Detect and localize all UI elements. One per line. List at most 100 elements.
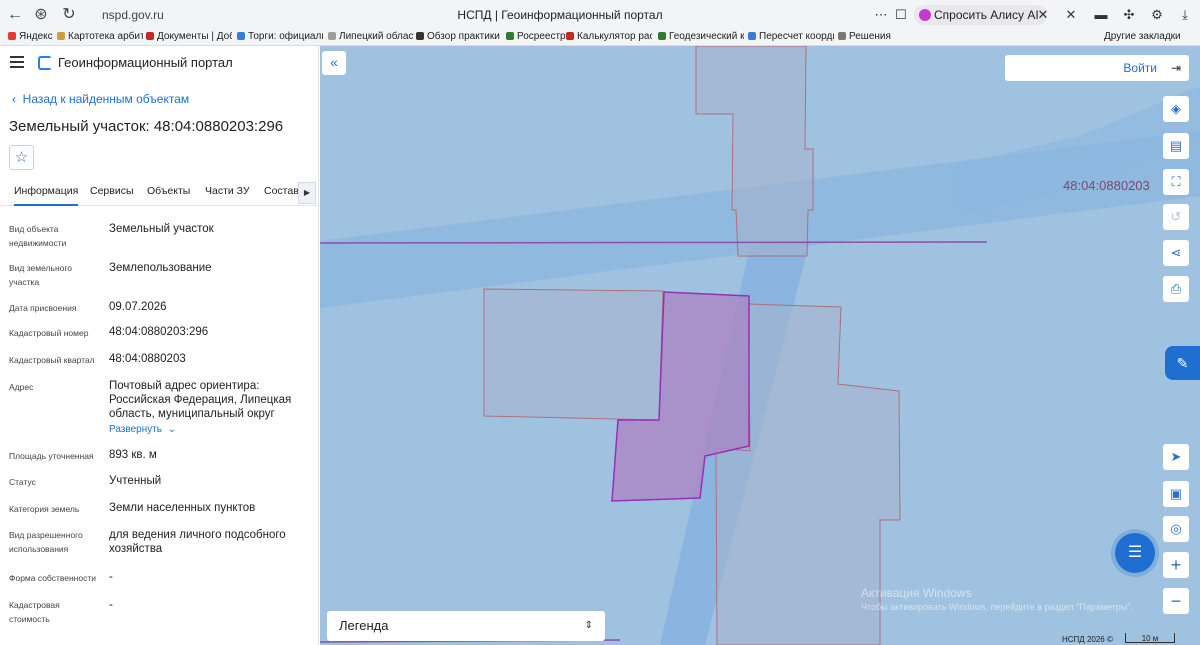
map-layer[interactable] bbox=[320, 46, 1200, 645]
layers-icon[interactable]: ◈ bbox=[1163, 96, 1189, 122]
property-value: 48:04:0880203 bbox=[109, 353, 186, 365]
history-icon[interactable]: ↺ bbox=[1163, 204, 1189, 230]
windows-watermark-title: Активация Windows bbox=[861, 586, 972, 600]
property-label: Кадастровый номер bbox=[9, 328, 89, 338]
boundary-line bbox=[320, 241, 988, 244]
bookmark-item[interactable]: Липецкий област bbox=[328, 29, 414, 45]
expand-address-link[interactable]: Развернуть ⌄ bbox=[109, 424, 176, 435]
bookmark-favicon-icon bbox=[416, 32, 424, 40]
bookmark-item[interactable]: Торги: официаль bbox=[237, 29, 323, 45]
bookmark-item[interactable]: Решения bbox=[838, 29, 891, 45]
property-label: Статус bbox=[9, 477, 36, 487]
bookmark-item[interactable]: Картотека арбитр bbox=[57, 29, 143, 45]
chevron-down-icon: ⌄ bbox=[162, 424, 176, 435]
property-label: Площадь уточненная bbox=[9, 451, 94, 461]
print-icon[interactable]: ⎙ bbox=[1163, 276, 1189, 302]
property-value: Земли населенных пунктов bbox=[109, 502, 256, 514]
navigate-icon[interactable]: ➤ bbox=[1163, 444, 1189, 470]
chat-icon[interactable]: ☰ bbox=[1115, 533, 1155, 573]
bookmark-favicon-icon bbox=[748, 32, 756, 40]
bookmark-favicon-icon bbox=[838, 32, 846, 40]
property-label: Кадастровая стоимость bbox=[9, 600, 60, 624]
chevron-left-icon: ‹ bbox=[12, 92, 23, 106]
other-bookmarks[interactable]: Другие закладки bbox=[1104, 29, 1181, 45]
tab-objects[interactable]: Объекты bbox=[147, 185, 190, 197]
property-value: Почтовый адрес ориентира: Российская Фед… bbox=[109, 380, 292, 420]
back-to-results-link[interactable]: ‹ Назад к найденным объектам bbox=[12, 92, 189, 106]
bookmark-item[interactable]: Яндекс bbox=[8, 29, 53, 45]
bookmark-item[interactable]: Росреестр bbox=[506, 29, 566, 45]
property-label: Кадастровый квартал bbox=[9, 355, 95, 365]
land-parcel[interactable] bbox=[483, 288, 664, 421]
expand-label: Развернуть bbox=[109, 424, 163, 435]
property-label: Адрес bbox=[9, 382, 34, 392]
tab-info[interactable]: Информация bbox=[14, 185, 79, 206]
ask-alice-button[interactable]: Спросить Алису AI bbox=[914, 5, 1047, 25]
puzzle-icon[interactable]: ✣ bbox=[1120, 6, 1138, 24]
ruler-icon[interactable]: ▤ bbox=[1163, 133, 1189, 159]
bookmark-item[interactable]: Документы | Доб bbox=[146, 29, 232, 45]
extension-icon[interactable]: ✕ bbox=[1062, 6, 1080, 24]
shield-icon[interactable]: ⊛ bbox=[30, 4, 52, 26]
more-icon[interactable]: ⋯ bbox=[872, 6, 890, 24]
bookmark-label: Картотека арбитр bbox=[68, 31, 143, 42]
bookmark-label: Калькулятор рас bbox=[577, 31, 652, 42]
map-canvas[interactable]: « Войти ⇥ ◈ ▤ ⛶ ↺ ⋖ ⎙ ✎ 48:04:0880203 ➤ … bbox=[320, 46, 1200, 645]
bookmark-item[interactable]: Пересчет коорди bbox=[748, 29, 834, 45]
back-arrow-icon[interactable]: ← bbox=[4, 4, 26, 26]
basemap-icon[interactable]: ▣ bbox=[1163, 481, 1189, 507]
bookmark-favicon-icon bbox=[328, 32, 336, 40]
logo-icon bbox=[38, 56, 52, 70]
bookmark-favicon-icon bbox=[57, 32, 65, 40]
reload-icon[interactable]: ↻ bbox=[58, 4, 80, 26]
bookmark-favicon-icon bbox=[506, 32, 514, 40]
bookmark-icon[interactable]: ☐ bbox=[892, 6, 910, 24]
bookmark-label: Пересчет коорди bbox=[759, 31, 834, 42]
browser-chrome: ← ⊛ ↻ nspd.gov.ru НСПД | Геоинформационн… bbox=[0, 0, 1200, 46]
select-area-icon[interactable]: ⛶ bbox=[1163, 169, 1189, 195]
address-bar[interactable]: nspd.gov.ru bbox=[84, 5, 314, 25]
tab-parts[interactable]: Части ЗУ bbox=[205, 185, 250, 197]
legend-label: Легенда bbox=[339, 618, 389, 633]
bookmark-label: Торги: официаль bbox=[248, 31, 323, 42]
legend-dropdown[interactable]: Легенда ⇕ bbox=[327, 611, 605, 641]
bookmark-item[interactable]: Калькулятор рас bbox=[566, 29, 652, 45]
collapse-panel-icon[interactable]: « bbox=[322, 51, 346, 75]
property-value: - bbox=[109, 571, 113, 583]
url-text: nspd.gov.ru bbox=[102, 8, 164, 22]
property-value: - bbox=[109, 599, 113, 611]
zoom-out-icon[interactable]: − bbox=[1163, 588, 1189, 614]
property-value: Учтенный bbox=[109, 475, 162, 487]
object-title: Земельный участок: 48:04:0880203:296 bbox=[9, 118, 284, 135]
share-icon[interactable]: ⋖ bbox=[1163, 240, 1189, 266]
bookmark-item[interactable]: Обзор практики bbox=[416, 29, 500, 45]
tab-services[interactable]: Сервисы bbox=[90, 185, 134, 197]
updown-chevron-icon: ⇕ bbox=[584, 620, 593, 631]
locate-icon[interactable]: ◎ bbox=[1163, 516, 1189, 542]
menu-icon[interactable] bbox=[10, 56, 24, 68]
windows-watermark-text: Чтобы активировать Windows, перейдите в … bbox=[861, 602, 1133, 612]
bookmark-favicon-icon bbox=[658, 32, 666, 40]
property-value: Землепользование bbox=[109, 262, 212, 274]
zoom-in-icon[interactable]: + bbox=[1163, 552, 1189, 578]
property-value: 893 кв. м bbox=[109, 449, 157, 461]
property-label: Форма собственности bbox=[9, 573, 96, 583]
bookmark-item[interactable]: Геодезический к bbox=[658, 29, 744, 45]
bookmark-favicon-icon bbox=[237, 32, 245, 40]
bookmark-favicon-icon bbox=[146, 32, 154, 40]
assistant-tab-icon[interactable]: ✎ bbox=[1165, 346, 1200, 380]
property-label: Категория земель bbox=[9, 504, 80, 514]
download-icon[interactable]: ⤓ bbox=[1176, 6, 1194, 24]
info-panel: Геоинформационный портал ‹ Назад к найде… bbox=[0, 46, 319, 645]
back-link-label: Назад к найденным объектам bbox=[22, 92, 190, 106]
cadastral-quarter-label: 48:04:0880203 bbox=[1063, 178, 1150, 193]
tab-composition[interactable]: Состав bbox=[264, 185, 299, 197]
login-label: Войти bbox=[1123, 61, 1157, 75]
property-label: Вид разрешенного использования bbox=[9, 530, 83, 554]
favorite-star-icon[interactable]: ☆ bbox=[9, 145, 34, 170]
login-button[interactable]: Войти ⇥ bbox=[1005, 55, 1189, 81]
extension-icon[interactable]: ✕ bbox=[1034, 6, 1052, 24]
extension-icon[interactable]: ▬ bbox=[1092, 6, 1110, 24]
extension-icon[interactable]: ⚙ bbox=[1148, 6, 1166, 24]
tabs-scroll-right-icon[interactable]: ▶ bbox=[298, 182, 316, 204]
